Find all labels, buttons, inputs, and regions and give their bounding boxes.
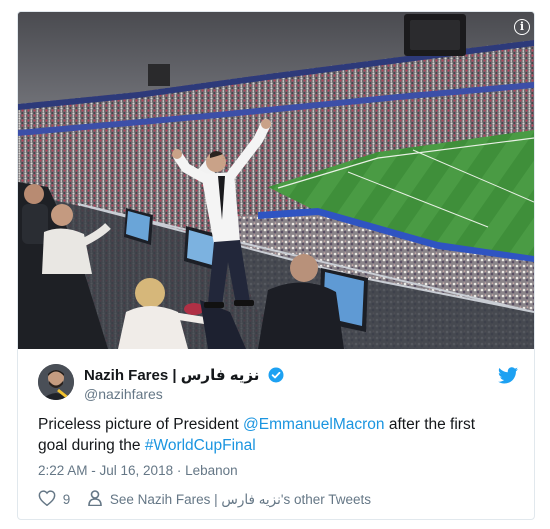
twitter-bird-icon[interactable] [498,367,518,389]
tweet-timestamp[interactable]: 2:22 AM - Jul 16, 2018 · Lebanon [38,463,238,478]
avatar[interactable] [38,364,74,400]
tweet-text: Priceless picture of President @Emmanuel… [38,414,508,456]
verified-badge-icon [268,367,284,387]
avatar-portrait [38,364,74,400]
display-name-row[interactable]: Nazih Fares | نزيه فارس [84,366,284,387]
heart-icon[interactable] [38,490,56,509]
like-count[interactable]: 9 [63,492,71,507]
tweet-photo[interactable]: i [18,12,534,349]
tweet-actions: 9 See Nazih Fares | نزيه فارس's other Tw… [38,490,371,509]
mention-link[interactable]: @EmmanuelMacron [243,416,385,433]
stadium-photo [18,12,534,349]
other-tweets-link[interactable]: See Nazih Fares | نزيه فارس's other Twee… [110,492,371,507]
user-handle[interactable]: @nazihfares [84,386,163,402]
display-name: Nazih Fares | نزيه فارس [84,367,260,384]
tweet-header: Nazih Fares | نزيه فارس @nazihfares [38,364,518,404]
embedded-tweet-card: i Nazih Fares | نزيه فارس @nazihfares Pr… [17,11,535,520]
hashtag-link[interactable]: #WorldCupFinal [145,437,256,454]
info-icon[interactable]: i [514,19,530,35]
person-icon [88,490,102,509]
tweet-text-part: Priceless picture of President [38,416,244,433]
